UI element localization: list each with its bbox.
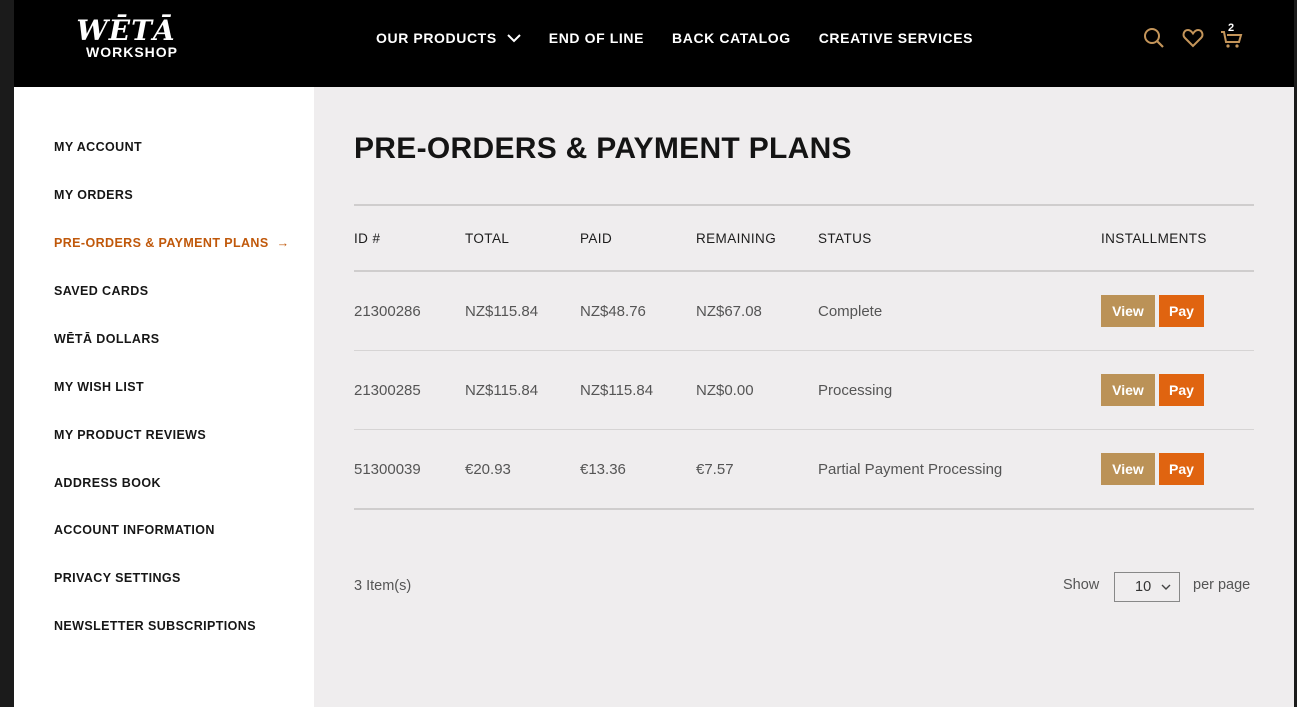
order-remaining: €7.57 (696, 460, 734, 478)
installment-actions: View Pay (1101, 272, 1204, 350)
chevron-down-icon (507, 34, 521, 43)
sidebar-item-newsletter[interactable]: NEWSLETTER SUBSCRIPTIONS (54, 618, 256, 634)
pay-button[interactable]: Pay (1159, 374, 1204, 406)
main-nav: OUR PRODUCTS END OF LINE BACK CATALOG CR… (376, 28, 973, 48)
arrow-right-icon: → (276, 236, 290, 250)
sidebar-item-product-reviews[interactable]: MY PRODUCT REVIEWS (54, 427, 206, 443)
column-header-installments: INSTALLMENTS (1101, 230, 1207, 246)
show-label: Show (1063, 577, 1100, 593)
per-page-value: 10 (1135, 579, 1152, 595)
order-remaining: NZ$67.08 (696, 302, 762, 320)
logo-wordmark: WĒTĀ (76, 14, 176, 47)
column-header-status: STATUS (818, 230, 872, 246)
main-content: PRE-ORDERS & PAYMENT PLANS ID # TOTAL PA… (314, 87, 1294, 707)
pay-button[interactable]: Pay (1159, 453, 1204, 485)
column-header-id: ID # (354, 230, 381, 246)
order-paid: NZ$48.76 (580, 302, 646, 320)
column-header-paid: PAID (580, 230, 613, 246)
table-header: ID # TOTAL PAID REMAINING STATUS INSTALL… (354, 206, 1254, 272)
table-row: 21300286 NZ$115.84 NZ$48.76 NZ$67.08 Com… (354, 272, 1254, 350)
installment-actions: View Pay (1101, 430, 1204, 508)
nav-creative-services[interactable]: CREATIVE SERVICES (819, 28, 973, 48)
site-header: WĒTĀ WORKSHOP OUR PRODUCTS END OF LINE B… (14, 0, 1294, 87)
order-paid: NZ$115.84 (580, 381, 654, 399)
sidebar-item-address-book[interactable]: ADDRESS BOOK (54, 475, 161, 491)
sidebar-item-saved-cards[interactable]: SAVED CARDS (54, 283, 148, 299)
page: WĒTĀ WORKSHOP OUR PRODUCTS END OF LINE B… (14, 0, 1294, 707)
per-page-select[interactable]: 10 (1114, 572, 1180, 602)
nav-back-catalog[interactable]: BACK CATALOG (672, 28, 791, 48)
account-sidebar: MY ACCOUNT MY ORDERS PRE-ORDERS & PAYMEN… (14, 87, 314, 707)
order-remaining: NZ$0.00 (696, 381, 754, 399)
item-count: 3 Item(s) (354, 578, 412, 594)
order-total: NZ$115.84 (465, 381, 539, 399)
order-total: NZ$115.84 (465, 302, 539, 320)
sidebar-item-my-orders[interactable]: MY ORDERS (54, 187, 133, 203)
column-header-remaining: REMAINING (696, 230, 777, 246)
pay-button[interactable]: Pay (1159, 295, 1204, 327)
column-header-total: TOTAL (465, 230, 510, 246)
order-total: €20.93 (465, 460, 511, 478)
installment-actions: View Pay (1101, 351, 1204, 429)
order-id: 21300286 (354, 302, 421, 320)
sidebar-item-weta-dollars[interactable]: WĒTĀ DOLLARS (54, 331, 159, 347)
order-id: 51300039 (354, 460, 421, 478)
nav-label: OUR PRODUCTS (376, 30, 497, 46)
order-status: Partial Payment Processing (818, 460, 1003, 478)
header-icons: 2 (1142, 22, 1244, 50)
sidebar-item-privacy-settings[interactable]: PRIVACY SETTINGS (54, 570, 181, 586)
view-button[interactable]: View (1101, 295, 1155, 327)
nav-our-products[interactable]: OUR PRODUCTS (376, 28, 521, 48)
sidebar-item-wish-list[interactable]: MY WISH LIST (54, 379, 144, 395)
order-status: Processing (818, 381, 893, 399)
view-button[interactable]: View (1101, 453, 1155, 485)
table-row: 51300039 €20.93 €13.36 €7.57 Partial Pay… (354, 429, 1254, 508)
order-id: 21300285 (354, 381, 421, 399)
sidebar-item-label: PRE-ORDERS & PAYMENT PLANS (54, 236, 269, 250)
chevron-down-icon (1161, 584, 1171, 590)
cart-icon[interactable]: 2 (1220, 22, 1244, 50)
cart-count-badge: 2 (1228, 22, 1235, 34)
sidebar-item-account-information[interactable]: ACCOUNT INFORMATION (54, 522, 215, 538)
per-page-label: per page (1193, 577, 1251, 593)
sidebar-item-my-account[interactable]: MY ACCOUNT (54, 139, 142, 155)
heart-icon[interactable] (1181, 26, 1205, 50)
table-row: 21300285 NZ$115.84 NZ$115.84 NZ$0.00 Pro… (354, 350, 1254, 429)
sidebar-item-pre-orders[interactable]: PRE-ORDERS & PAYMENT PLANS → (54, 235, 290, 251)
view-button[interactable]: View (1101, 374, 1155, 406)
page-title: PRE-ORDERS & PAYMENT PLANS (354, 132, 852, 165)
search-icon[interactable] (1142, 26, 1166, 50)
logo-subtitle: WORKSHOP (86, 44, 178, 60)
order-paid: €13.36 (580, 460, 626, 478)
nav-end-of-line[interactable]: END OF LINE (549, 28, 644, 48)
payment-plans-table: ID # TOTAL PAID REMAINING STATUS INSTALL… (354, 204, 1254, 510)
weta-workshop-logo[interactable]: WĒTĀ WORKSHOP (62, 16, 192, 64)
order-status: Complete (818, 302, 883, 320)
